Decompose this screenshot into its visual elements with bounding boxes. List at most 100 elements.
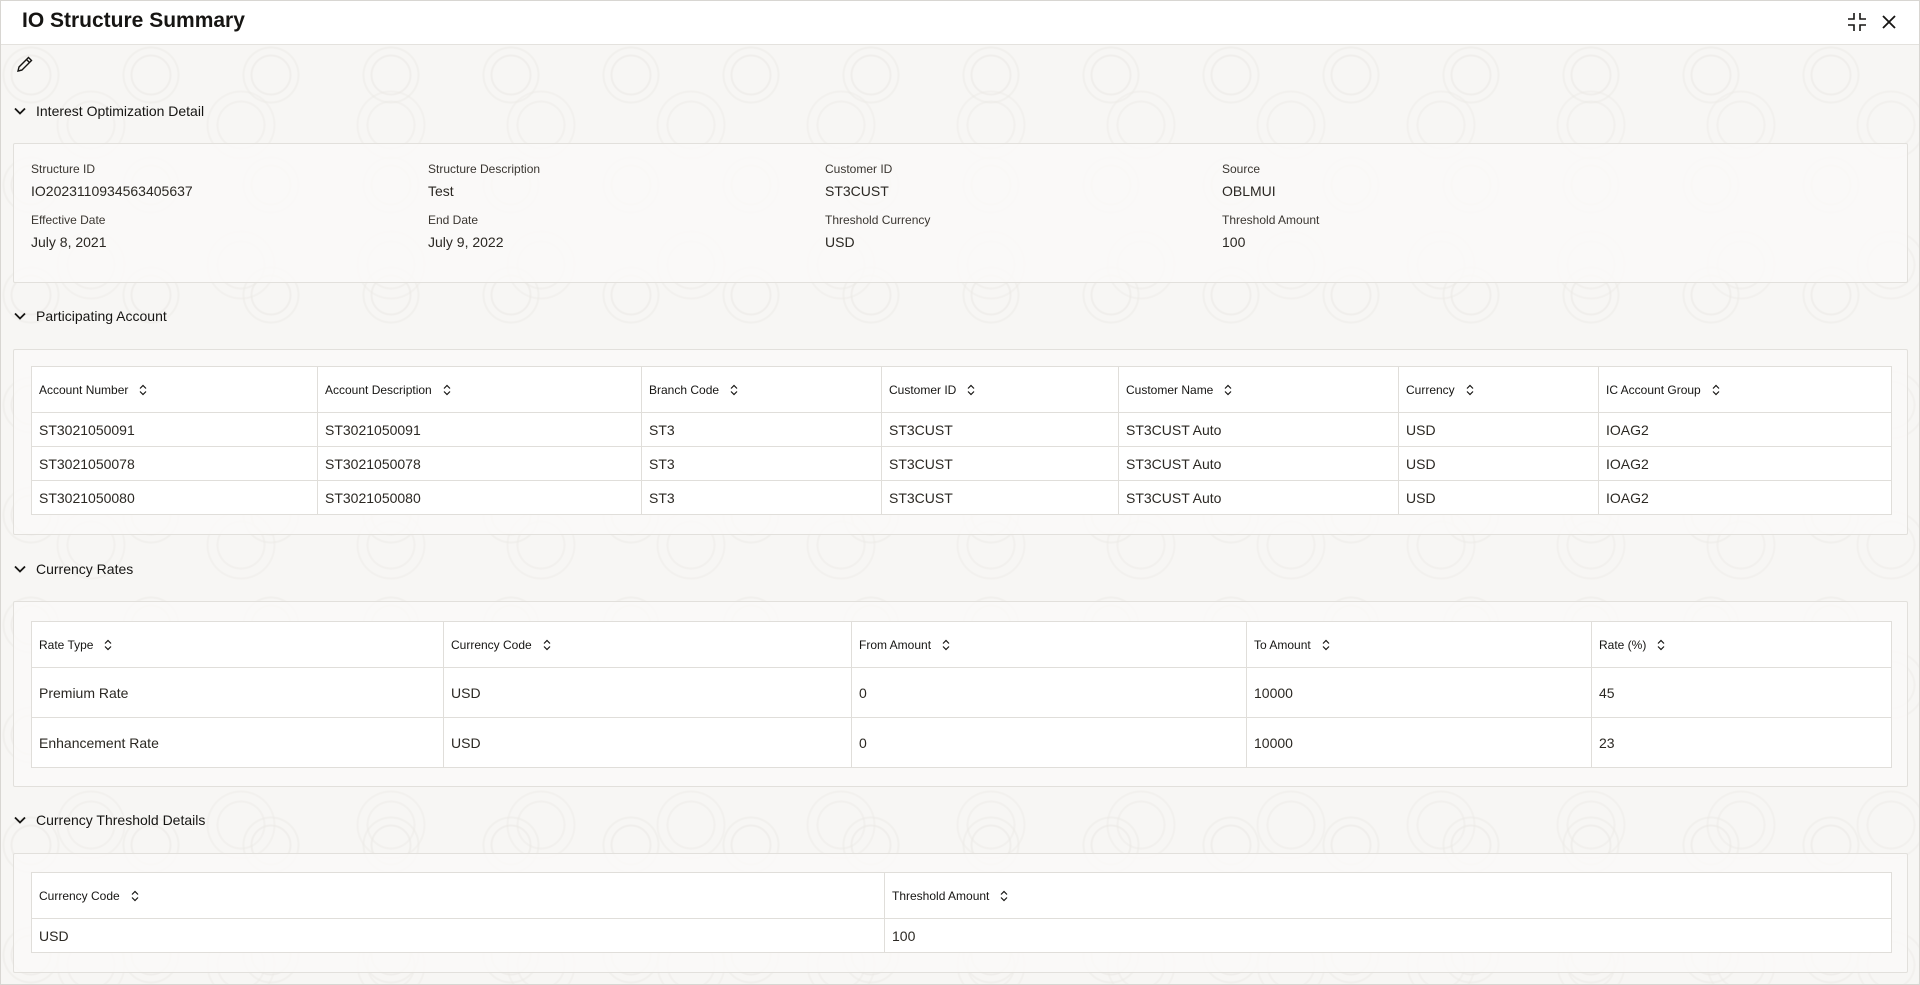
field-value: OBLMUI [1222, 183, 1276, 199]
table-header-row: Account Number Account Description Branch … [31, 366, 1892, 413]
edit-button[interactable] [13, 52, 37, 76]
close-icon[interactable] [1876, 9, 1902, 35]
column-header[interactable]: Currency [1398, 366, 1599, 413]
field-structure-id: Structure ID IO2023110934563405637 [31, 162, 193, 199]
column-header-label: Customer ID [889, 382, 957, 397]
column-header[interactable]: Currency Code [443, 621, 852, 668]
sort-icon[interactable] [130, 890, 140, 902]
table-cell: ST3021050080 [317, 480, 642, 515]
table-row[interactable]: Premium Rate USD 0 10000 45 [31, 667, 1892, 718]
field-value: July 8, 2021 [31, 234, 107, 250]
table-cell: USD [1398, 412, 1599, 447]
column-header[interactable]: Currency Code [31, 872, 885, 919]
field-label: Customer ID [825, 162, 893, 176]
table-cell: USD [31, 918, 885, 953]
table-cell: 0 [851, 717, 1247, 768]
column-header[interactable]: Branch Code [641, 366, 882, 413]
field-value: USD [825, 234, 855, 250]
sort-icon[interactable] [1656, 639, 1666, 651]
table-cell: USD [1398, 446, 1599, 481]
currency-threshold-panel: Currency Code Threshold Amount USD 100 [13, 853, 1908, 973]
currency-rates-table: Rate Type Currency Code From Amount To Amou… [31, 621, 1892, 768]
section-title: Currency Threshold Details [36, 812, 206, 828]
sort-icon[interactable] [729, 384, 739, 396]
table-cell: ST3CUST Auto [1118, 446, 1399, 481]
participating-account-panel: Account Number Account Description Branch … [13, 349, 1908, 535]
sort-icon[interactable] [1465, 384, 1475, 396]
field-source: Source OBLMUI [1222, 162, 1276, 199]
table-row[interactable]: USD 100 [31, 918, 1892, 953]
table-cell: ST3CUST Auto [1118, 412, 1399, 447]
sort-icon[interactable] [542, 639, 552, 651]
sort-icon[interactable] [999, 890, 1009, 902]
field-label: Threshold Amount [1222, 213, 1320, 227]
table-cell: ST3021050080 [31, 480, 318, 515]
field-threshold-currency: Threshold Currency USD [825, 213, 930, 250]
field-structure-description: Structure Description Test [428, 162, 540, 199]
interest-optimization-panel: Structure ID IO2023110934563405637 Struc… [13, 143, 1908, 283]
section-title: Participating Account [36, 308, 167, 324]
collapse-icon[interactable] [1844, 9, 1870, 35]
table-cell: 23 [1591, 717, 1892, 768]
field-threshold-amount: Threshold Amount 100 [1222, 213, 1319, 250]
column-header-label: Threshold Amount [892, 888, 990, 903]
column-header[interactable]: From Amount [851, 621, 1247, 668]
column-header[interactable]: Customer Name [1118, 366, 1399, 413]
table-row[interactable]: ST3021050078 ST3021050078 ST3 ST3CUST ST3CUS… [31, 446, 1892, 481]
column-header-label: Account Description [325, 382, 432, 397]
table-row[interactable]: ST3021050091 ST3021050091 ST3 ST3CUST ST3CUS… [31, 412, 1892, 447]
pencil-icon [17, 56, 33, 72]
section-header-interest-optimization[interactable]: Interest Optimization Detail [13, 100, 204, 122]
chevron-down-icon [14, 816, 26, 824]
column-header-label: Currency Code [451, 637, 532, 652]
sort-icon[interactable] [1711, 384, 1721, 396]
field-label: Threshold Currency [825, 213, 931, 227]
field-value: July 9, 2022 [428, 234, 504, 250]
field-label: End Date [428, 213, 479, 227]
table-header-row: Rate Type Currency Code From Amount To Amou… [31, 621, 1892, 668]
table-row[interactable]: Enhancement Rate USD 0 10000 23 [31, 717, 1892, 768]
field-effective-date: Effective Date July 8, 2021 [31, 213, 107, 250]
sort-icon[interactable] [1321, 639, 1331, 651]
table-cell: IOAG2 [1598, 446, 1892, 481]
table-cell: ST3CUST Auto [1118, 480, 1399, 515]
table-cell: ST3 [641, 412, 882, 447]
currency-rates-panel: Rate Type Currency Code From Amount To Amou… [13, 601, 1908, 787]
section-header-participating-account[interactable]: Participating Account [13, 305, 167, 327]
field-customer-id: Customer ID ST3CUST [825, 162, 892, 199]
table-cell: 10000 [1246, 717, 1592, 768]
table-header-row: Currency Code Threshold Amount [31, 872, 1892, 919]
field-label: Structure ID [31, 162, 96, 176]
window-header: IO Structure Summary [1, 1, 1919, 45]
column-header[interactable]: Account Description [317, 366, 642, 413]
table-cell: ST3CUST [881, 480, 1119, 515]
table-row[interactable]: ST3021050080 ST3021050080 ST3 ST3CUST ST3CUS… [31, 480, 1892, 515]
column-header[interactable]: Rate (%) [1591, 621, 1892, 668]
table-cell: USD [443, 717, 852, 768]
column-header[interactable]: IC Account Group [1598, 366, 1892, 413]
column-header[interactable]: Account Number [31, 366, 318, 413]
column-header-label: To Amount [1254, 637, 1311, 652]
table-cell: USD [443, 667, 852, 718]
section-title: Currency Rates [36, 561, 134, 577]
sort-icon[interactable] [966, 384, 976, 396]
column-header[interactable]: Rate Type [31, 621, 444, 668]
table-cell: ST3CUST [881, 446, 1119, 481]
field-value: IO2023110934563405637 [31, 183, 193, 199]
participating-account-table: Account Number Account Description Branch … [31, 366, 1892, 515]
sort-icon[interactable] [138, 384, 148, 396]
table-cell: ST3 [641, 446, 882, 481]
table-cell: ST3021050078 [31, 446, 318, 481]
sort-icon[interactable] [103, 639, 113, 651]
column-header[interactable]: Threshold Amount [884, 872, 1892, 919]
chevron-down-icon [14, 107, 26, 115]
io-structure-summary-window: IO Structure Summary Interest Optimizati… [0, 0, 1920, 985]
sort-icon[interactable] [1223, 384, 1233, 396]
section-header-currency-rates[interactable]: Currency Rates [13, 558, 133, 580]
sort-icon[interactable] [941, 639, 951, 651]
column-header[interactable]: To Amount [1246, 621, 1592, 668]
section-header-currency-threshold[interactable]: Currency Threshold Details [13, 809, 205, 831]
sort-icon[interactable] [442, 384, 452, 396]
column-header[interactable]: Customer ID [881, 366, 1119, 413]
section-title: Interest Optimization Detail [36, 103, 205, 119]
